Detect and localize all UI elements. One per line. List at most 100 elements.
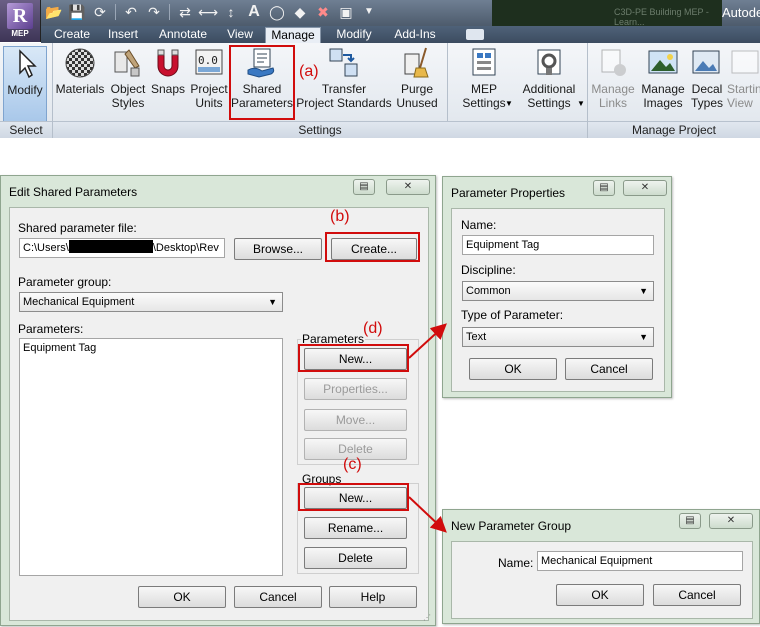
redacted-username <box>68 240 153 253</box>
shared-file-label: Shared parameter file: <box>18 221 137 235</box>
tab-add-ins[interactable]: Add-Ins <box>387 27 443 43</box>
additional-settings-dropdown-icon[interactable]: ▼ <box>577 99 585 108</box>
manage-links-button[interactable]: Manage Links <box>590 46 636 120</box>
ok-button[interactable]: OK <box>138 586 226 608</box>
close-icon[interactable]: ✕ <box>709 513 753 529</box>
tab-view[interactable]: View <box>221 27 259 43</box>
panel-label-settings: Settings <box>53 121 587 138</box>
sync-icon[interactable]: ⟳ <box>90 2 110 22</box>
starting-view-icon <box>731 50 759 74</box>
highlight-group-new <box>298 483 409 511</box>
tab-create[interactable]: Create <box>50 27 94 43</box>
purge-unused-button[interactable]: Purge Unused <box>394 46 440 120</box>
group-name-label: Name: <box>498 556 534 570</box>
quick-access-toolbar: 📂 💾 ⟳ ↶ ↷ ⇄ ⟷ ↕ A ◯ ◆ ✖ ▣ ▼ <box>44 1 379 23</box>
restore-icon[interactable]: ▤ <box>679 513 701 529</box>
decal-types-label-1: Decal <box>691 82 723 96</box>
restore-icon[interactable]: ▤ <box>353 179 375 195</box>
text-A-icon[interactable]: A <box>244 2 264 22</box>
discipline-select[interactable]: Common ▼ <box>462 281 654 301</box>
parameters-list-label: Parameters: <box>18 322 84 336</box>
redo-icon[interactable]: ↷ <box>144 2 164 22</box>
transfer-project-standards-button[interactable]: Transfer Project Standards <box>296 46 392 120</box>
object-styles-icon <box>114 49 140 77</box>
ribbon-minimize-icon[interactable] <box>466 29 484 40</box>
object-styles-button[interactable]: Object Styles <box>107 46 149 120</box>
discipline-label: Discipline: <box>461 263 516 277</box>
restore-icon[interactable]: ▤ <box>593 180 615 196</box>
dimension-icon[interactable]: ⟷ <box>198 2 218 22</box>
document-title-strip: C3D-PE Building MEP - Learn... <box>492 0 722 27</box>
new-parameter-group-dialog: New Parameter Group ▤ ✕ Name: Mechanical… <box>442 509 760 624</box>
decal-types-label-2: Types <box>690 96 723 110</box>
starting-view-button[interactable]: Startin View <box>727 46 760 120</box>
close-icon[interactable]: ✕ <box>623 180 667 196</box>
type-of-parameter-select[interactable]: Text ▼ <box>462 327 654 347</box>
tab-annotate[interactable]: Annotate <box>152 27 214 43</box>
additional-settings-label-2: Settings <box>527 96 571 110</box>
3d-view-icon[interactable]: ◯ <box>267 2 287 22</box>
parameter-properties-button[interactable]: Properties... <box>304 378 407 400</box>
panel-label-select: Select <box>0 121 52 138</box>
highlight-shared-parameters <box>229 45 295 120</box>
snaps-button[interactable]: Snaps <box>150 46 186 120</box>
ok-button[interactable]: OK <box>556 584 644 606</box>
chevron-down-icon: ▼ <box>639 332 648 342</box>
project-units-label-2: Units <box>195 96 223 110</box>
parameter-name-field[interactable]: Equipment Tag <box>462 235 654 255</box>
cursor-arrow-icon <box>19 49 37 79</box>
parameter-move-button[interactable]: Move... <box>304 409 407 431</box>
starting-view-label-2: View <box>727 96 753 110</box>
group-rename-button[interactable]: Rename... <box>304 517 407 539</box>
snaps-label: Snaps <box>150 82 186 96</box>
mep-settings-dropdown-icon[interactable]: ▼ <box>505 99 513 108</box>
mep-settings-icon <box>472 48 496 76</box>
dialog-title: Parameter Properties <box>451 186 566 200</box>
object-styles-label-2: Styles <box>111 96 145 110</box>
browse-button[interactable]: Browse... <box>234 238 322 260</box>
align-icon[interactable]: ⇄ <box>175 2 195 22</box>
resize-grip-icon[interactable]: ⋰ <box>423 613 433 623</box>
dropdown-icon[interactable]: ▼ <box>359 2 379 22</box>
help-button[interactable]: Help <box>329 586 417 608</box>
parameters-listbox[interactable]: Equipment Tag <box>19 338 283 576</box>
switch-windows-icon[interactable]: ▣ <box>336 2 356 22</box>
open-icon[interactable]: 📂 <box>44 2 64 22</box>
list-item[interactable]: Equipment Tag <box>23 342 279 354</box>
additional-settings-button[interactable]: Additional Settings <box>516 46 582 120</box>
chevron-down-icon: ▼ <box>639 286 648 296</box>
shared-file-path-field[interactable]: C:\Users\ \Desktop\Rev <box>19 238 225 258</box>
chevron-down-icon: ▼ <box>268 297 277 307</box>
file-path-prefix: C:\Users\ <box>23 242 69 254</box>
revit-logo-icon: R <box>7 3 33 29</box>
materials-button[interactable]: Materials <box>55 46 105 120</box>
manage-images-label-1: Manage <box>641 82 685 96</box>
measure-icon[interactable]: ↕ <box>221 2 241 22</box>
ok-button[interactable]: OK <box>469 358 557 380</box>
close-icon[interactable]: ✕ <box>386 179 430 195</box>
cancel-button[interactable]: Cancel <box>234 586 322 608</box>
manage-images-button[interactable]: Manage Images <box>639 46 687 120</box>
modify-button[interactable]: Modify <box>3 46 47 122</box>
tag-icon[interactable]: ◆ <box>290 2 310 22</box>
tab-insert[interactable]: Insert <box>102 27 144 43</box>
application-menu-button[interactable]: R MEP <box>0 0 41 42</box>
cancel-button[interactable]: Cancel <box>565 358 653 380</box>
cancel-button[interactable]: Cancel <box>653 584 741 606</box>
group-delete-button[interactable]: Delete <box>304 547 407 569</box>
document-title: C3D-PE Building MEP - Learn... <box>614 7 709 27</box>
save-icon[interactable]: 💾 <box>67 2 87 22</box>
tab-modify[interactable]: Modify <box>328 27 380 43</box>
undo-icon[interactable]: ↶ <box>121 2 141 22</box>
manage-images-label-2: Images <box>643 96 683 110</box>
purge-label-2: Unused <box>396 96 438 110</box>
annotation-d: (d) <box>363 320 383 337</box>
group-name-field[interactable]: Mechanical Equipment <box>537 551 743 571</box>
project-units-button[interactable]: 0.0 Project Units <box>188 46 230 120</box>
mep-settings-button[interactable]: MEP Settings <box>455 46 513 120</box>
parameter-group-select[interactable]: Mechanical Equipment ▼ <box>19 292 283 312</box>
tab-manage[interactable]: Manage <box>265 27 321 43</box>
close-views-icon[interactable]: ✖ <box>313 2 333 22</box>
decal-types-button[interactable]: Decal Types <box>689 46 725 120</box>
app-title: Autode <box>722 5 760 20</box>
